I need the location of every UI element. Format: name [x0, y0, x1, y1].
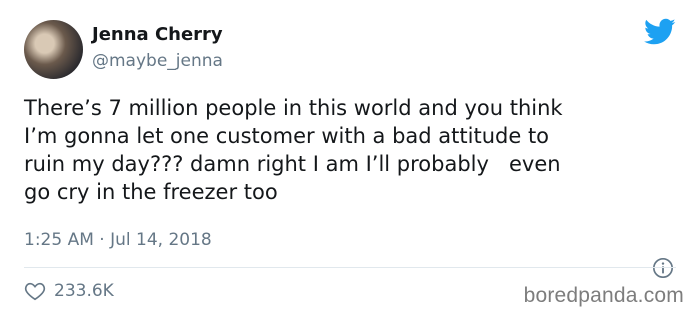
tweet-timestamp[interactable]: 1:25 AM · Jul 14, 2018 — [24, 229, 212, 251]
info-icon[interactable] — [652, 257, 674, 279]
avatar[interactable] — [24, 20, 83, 79]
display-name[interactable]: Jenna Cherry — [92, 23, 223, 47]
divider — [24, 267, 676, 268]
tweet-text: There’s 7 million people in this world a… — [24, 96, 563, 204]
heart-icon — [24, 282, 46, 301]
user-handle[interactable]: @maybe_jenna — [92, 50, 223, 72]
like-button[interactable]: 233.6K — [24, 280, 114, 302]
twitter-bird-icon[interactable] — [644, 18, 676, 46]
like-count: 233.6K — [54, 281, 114, 301]
watermark: boredpanda.com — [523, 284, 684, 307]
